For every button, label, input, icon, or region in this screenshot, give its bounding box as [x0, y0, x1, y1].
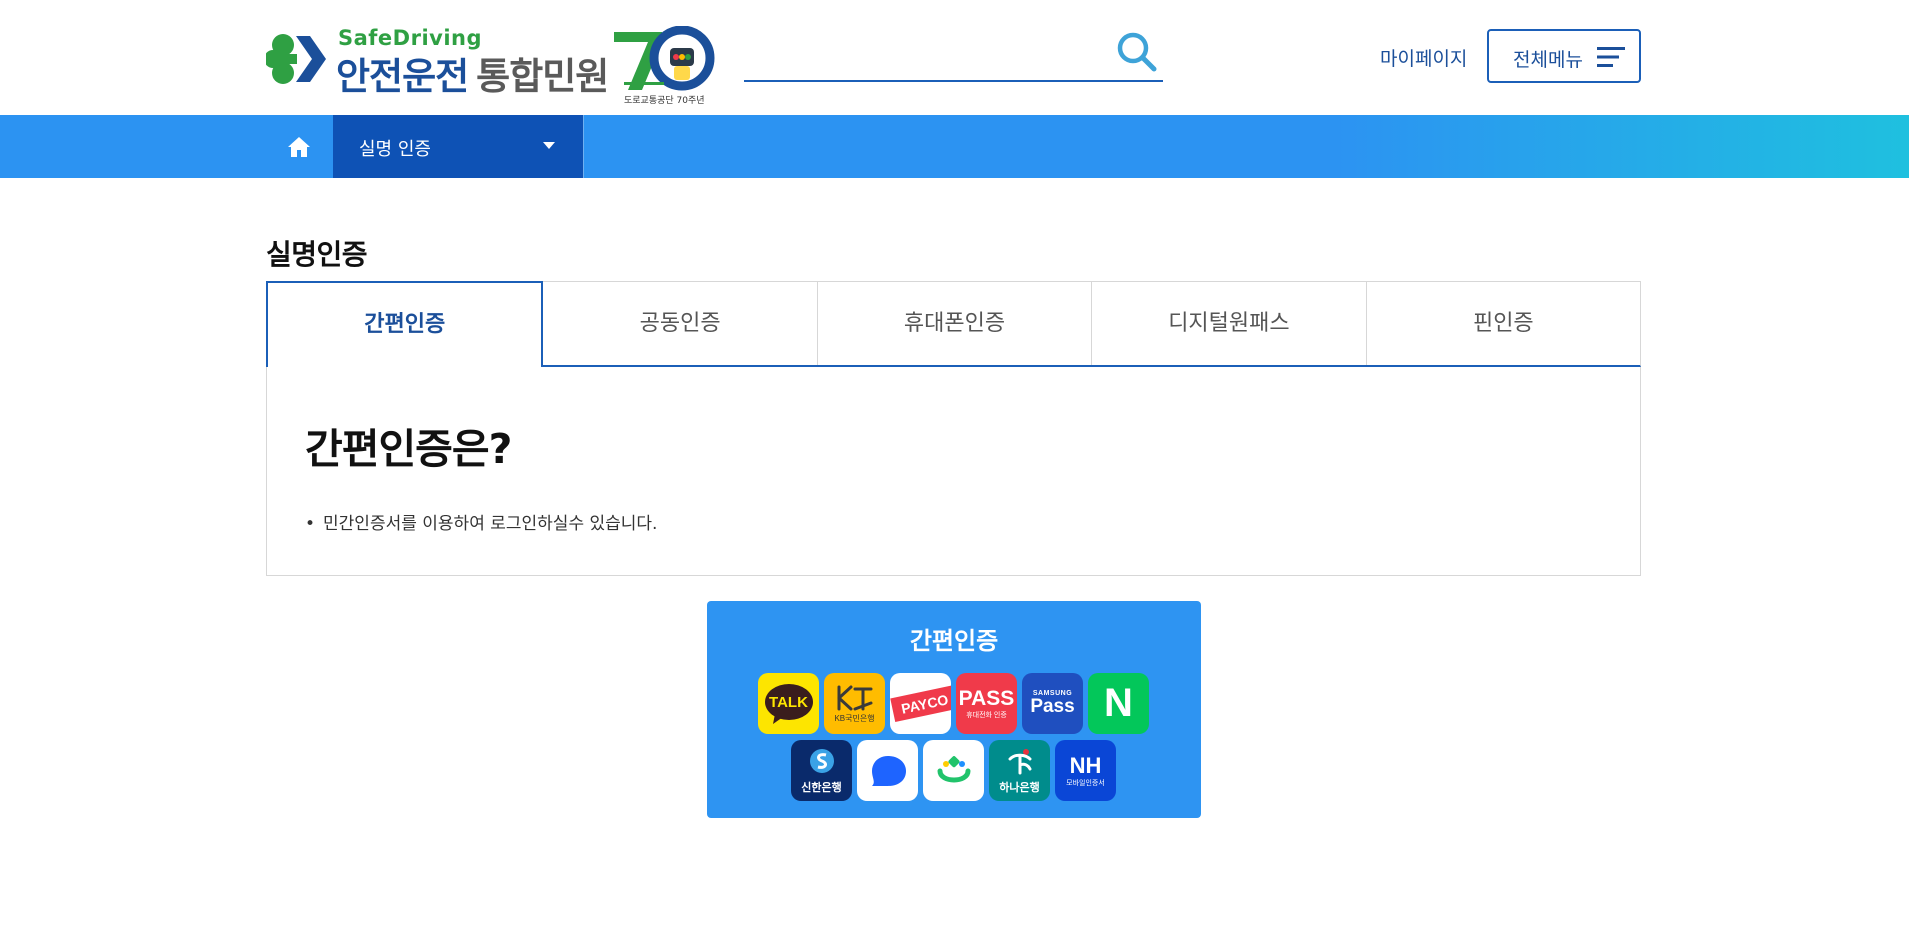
- pass-label: PASS: [958, 686, 1015, 710]
- payco-icon: PAYCO: [890, 673, 951, 734]
- toss-icon: [857, 740, 918, 801]
- hana-logo-icon: [1008, 748, 1031, 774]
- tab-joint-certificate[interactable]: 공동인증: [543, 282, 818, 365]
- clover-logo-icon: [266, 34, 326, 84]
- search-input[interactable]: [744, 36, 1104, 76]
- nav-location-label: 실명 인증: [359, 139, 431, 160]
- nh-bank-icon: NH 모바일인증서: [1055, 740, 1116, 801]
- tab-digital-onepass[interactable]: 디지털원패스: [1092, 282, 1367, 365]
- nh-bank-label: NH: [1069, 752, 1102, 778]
- kb-star-icon: [837, 685, 872, 711]
- tab-pin-auth[interactable]: 핀인증: [1367, 282, 1640, 365]
- home-button[interactable]: [266, 115, 332, 178]
- mypage-link[interactable]: 마이페이지: [1380, 44, 1467, 71]
- logo-70-caption: 도로교통공단 70주년: [624, 96, 705, 106]
- search-bar: [744, 30, 1163, 82]
- banksalad-logo-icon: [937, 755, 970, 782]
- info-panel: 간편인증은? 민간인증서를 이용하여 로그인하실수 있습니다.: [266, 367, 1641, 576]
- samsung-pass-label: Pass: [1030, 696, 1075, 717]
- logo-title: 안전운전 통합민원: [336, 46, 609, 100]
- nav-location-dropdown[interactable]: 실명 인증: [333, 115, 584, 178]
- caret-down-icon: [543, 142, 555, 149]
- naver-label: N: [1104, 681, 1133, 725]
- all-menu-label: 전체메뉴: [1513, 49, 1583, 71]
- banksalad-icon: [923, 740, 984, 801]
- provider-row-2: 신한은행 하나은행 NH 모바일인증서: [791, 740, 1116, 801]
- shinhan-bank-label: 신한은행: [801, 781, 842, 794]
- logo-main-text: 안전운전: [336, 55, 469, 98]
- info-title: 간편인증은?: [305, 425, 512, 473]
- simple-auth-card[interactable]: 간편인증 TALK KB국민은행 PAYCO PASS 휴대전화 인증 SAMS…: [707, 601, 1201, 818]
- simple-auth-card-title: 간편인증: [909, 627, 999, 655]
- main-nav-bar: 실명 인증: [0, 115, 1909, 178]
- logo-sub-text: 통합민원: [476, 55, 609, 98]
- nh-bank-sub-label: 모바일인증서: [1066, 779, 1105, 787]
- search-icon[interactable]: [1115, 30, 1159, 74]
- info-bullet: 민간인증서를 이용하여 로그인하실수 있습니다.: [305, 509, 657, 534]
- kb-bank-icon: KB국민은행: [824, 673, 885, 734]
- tab-mobile-auth[interactable]: 휴대폰인증: [818, 282, 1093, 365]
- toss-bubble-icon: [871, 755, 906, 786]
- tab-simple-auth[interactable]: 간편인증: [266, 281, 544, 369]
- provider-row-1: TALK KB국민은행 PAYCO PASS 휴대전화 인증 SAMSUNG P…: [758, 673, 1149, 734]
- shinhan-logo-icon: [809, 748, 834, 773]
- naver-icon: N: [1088, 673, 1149, 734]
- page-title: 실명인증: [266, 238, 368, 271]
- pass-sub-label: 휴대전화 인증: [966, 711, 1007, 719]
- pass-icon: PASS 휴대전화 인증: [956, 673, 1017, 734]
- site-logo[interactable]: SafeDriving 안전운전 통합민원 도로교통공단 70주년: [266, 26, 716, 108]
- kakao-talk-icon: TALK: [758, 673, 819, 734]
- all-menu-button[interactable]: 전체메뉴: [1487, 29, 1641, 83]
- samsung-pass-icon: SAMSUNG Pass: [1022, 673, 1083, 734]
- kakao-talk-label: TALK: [769, 694, 808, 711]
- shinhan-bank-icon: 신한은행: [791, 740, 852, 801]
- auth-method-tabs: 간편인증 공동인증 휴대폰인증 디지털원패스 핀인증: [266, 281, 1641, 369]
- kb-bank-label: KB국민은행: [834, 714, 875, 723]
- hana-bank-label: 하나은행: [999, 781, 1040, 794]
- home-icon: [288, 137, 310, 157]
- hana-bank-icon: 하나은행: [989, 740, 1050, 801]
- hamburger-menu-icon: [1597, 47, 1625, 67]
- site-header: SafeDriving 안전운전 통합민원 도로교통공단 70주년 마이페이지 전…: [0, 0, 1909, 115]
